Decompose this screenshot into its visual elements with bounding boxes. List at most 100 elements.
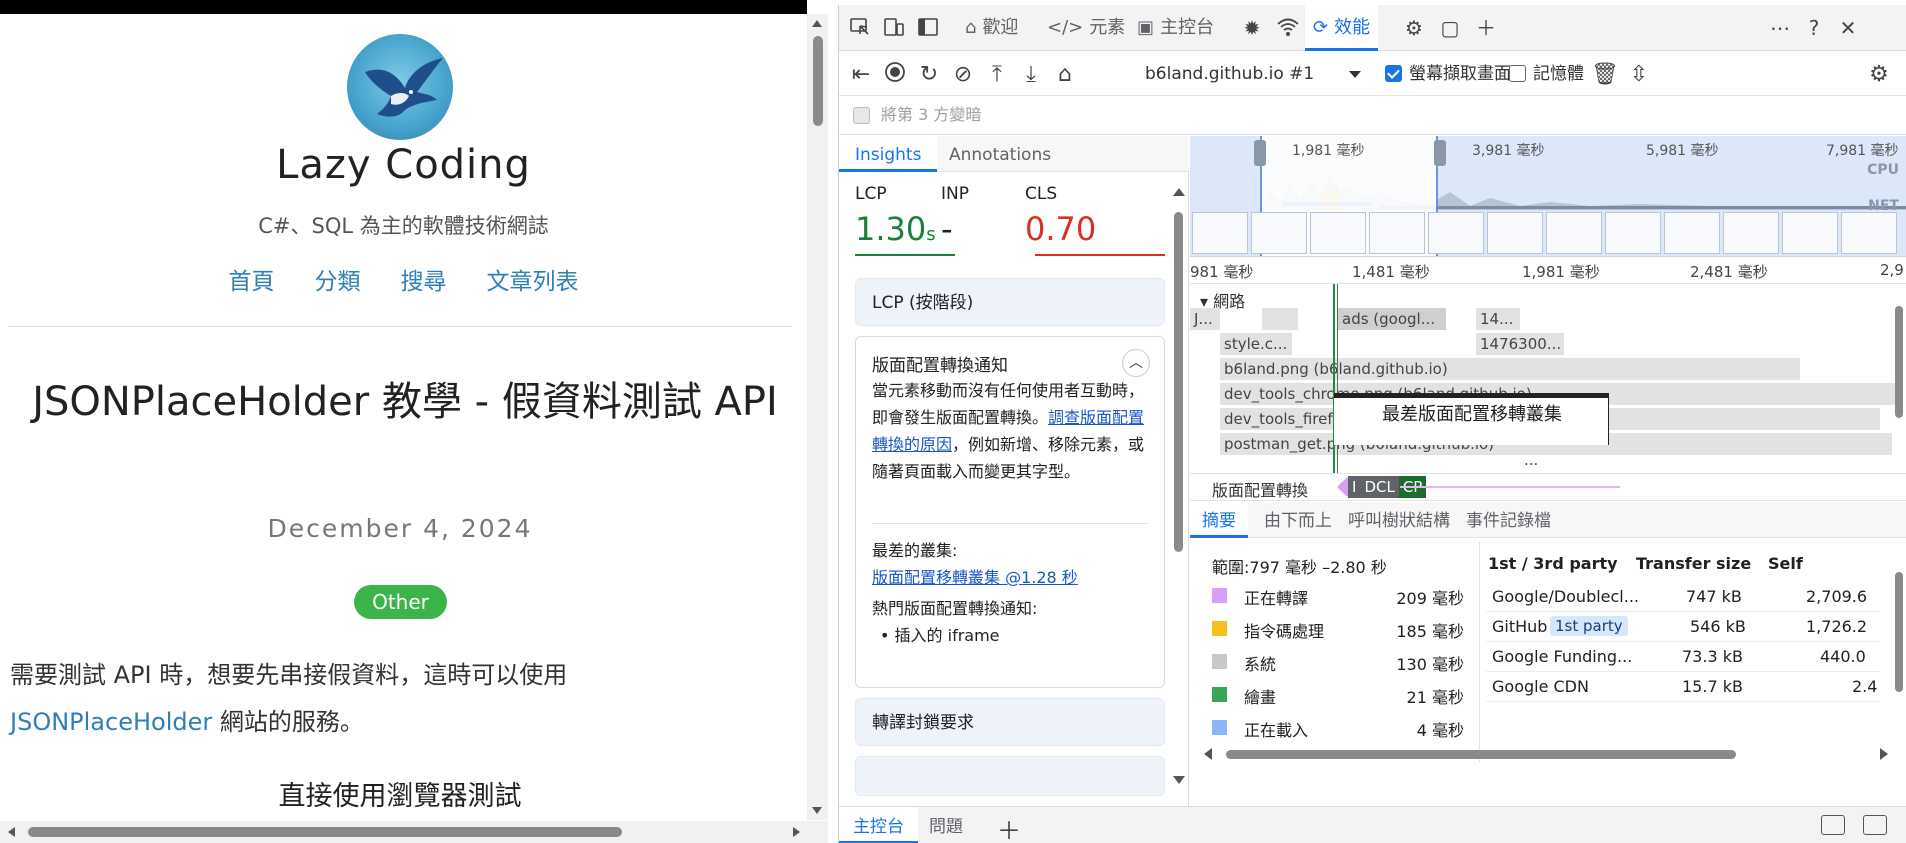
memory-checkbox[interactable] <box>1509 65 1526 82</box>
add-drawer-tab-icon[interactable]: ＋ <box>997 811 1021 843</box>
wifi-icon[interactable] <box>1275 15 1301 41</box>
trash-icon[interactable]: 🗑 <box>1591 61 1619 89</box>
device-emulation-icon[interactable] <box>881 15 907 41</box>
toggle-sidebar-icon[interactable] <box>915 15 941 41</box>
network-request-bar[interactable]: b6land.png (b6land.github.io) <box>1220 358 1800 380</box>
drawer-tab-issues[interactable]: 問題 <box>915 807 977 843</box>
tab-bottom-up[interactable]: 由下而上 <box>1252 502 1344 538</box>
worst-cluster-link[interactable]: 版面配置移轉叢集 @1.28 秒 <box>872 568 1078 587</box>
lcp-phases-card[interactable]: LCP (按階段) <box>855 278 1165 326</box>
record-button[interactable] <box>881 61 909 89</box>
table-row[interactable]: Google CDN 15.7 kB 2.4 <box>1486 672 1880 702</box>
dim-third-party-label: 將第 3 方變暗 <box>881 105 982 124</box>
chevron-up-icon[interactable]: ︿ <box>1122 349 1150 377</box>
table-row[interactable]: Google/Doublecl... 747 kB 2,709.6 <box>1486 582 1880 612</box>
details-horizontal-scrollbar[interactable] <box>1202 746 1902 762</box>
table-scrollbar[interactable] <box>1893 556 1905 726</box>
nav-search-link[interactable]: 搜尋 <box>401 262 447 296</box>
chevron-down-icon[interactable] <box>1349 71 1361 78</box>
drawer-tab-console[interactable]: 主控台 <box>839 807 918 843</box>
nav-home-link[interactable]: 首頁 <box>229 262 275 296</box>
tab-elements[interactable]: </> 元素 <box>1039 5 1133 51</box>
tab-welcome[interactable]: ⌂ 歡迎 <box>957 5 1026 51</box>
collapse-drawer-icon[interactable] <box>1863 815 1887 835</box>
network-request-bar[interactable]: 1476300... <box>1476 333 1564 355</box>
scroll-thumb[interactable] <box>1226 750 1736 759</box>
worst-cluster-tooltip: 最差版面配置移轉叢集 <box>1334 393 1609 445</box>
next-insight-card[interactable] <box>855 756 1165 796</box>
layout-shifts-track[interactable]: 版面配置轉換 I DCL CP <box>1190 473 1906 501</box>
collapse-icon[interactable]: ⇳ <box>1625 61 1653 89</box>
column-header-self[interactable]: Self <box>1768 554 1803 573</box>
scroll-right-arrow-icon[interactable] <box>1880 748 1888 760</box>
scroll-up-arrow-icon[interactable] <box>1173 188 1185 196</box>
tab-console[interactable]: ▣ 主控台 <box>1129 5 1222 51</box>
network-request-bar[interactable]: style.c... <box>1220 333 1292 355</box>
sidebar-toggle-icon[interactable]: ⇤ <box>847 61 875 89</box>
settings-gear-icon[interactable]: ⚙ <box>1865 61 1893 89</box>
tab-summary[interactable]: 摘要 <box>1190 502 1248 538</box>
selection-left-handle[interactable] <box>1254 140 1266 166</box>
screenshots-checkbox[interactable] <box>1385 65 1402 82</box>
tab-call-tree[interactable]: 呼叫樹狀結構 <box>1336 502 1462 538</box>
tab-event-log[interactable]: 事件記錄檔 <box>1454 502 1563 538</box>
performance-icon: ⟳ <box>1313 17 1329 38</box>
tab-annotations[interactable]: Annotations <box>933 136 1067 172</box>
scroll-thumb[interactable] <box>1895 306 1903 418</box>
network-request-bar[interactable]: ads (googl... <box>1338 308 1446 330</box>
track-scrollbar[interactable] <box>1893 288 1905 428</box>
nav-categories-link[interactable]: 分類 <box>315 262 361 296</box>
overview-tick: 5,981 毫秒 <box>1646 143 1719 159</box>
jsonplaceholder-link[interactable]: JSONPlaceHolder <box>10 708 212 736</box>
scroll-left-arrow-icon[interactable] <box>1204 748 1212 760</box>
download-profile-icon[interactable]: ⤓ <box>1017 61 1045 89</box>
reload-record-icon[interactable]: ↻ <box>915 61 943 89</box>
network-request-bar[interactable]: J... <box>1190 308 1220 330</box>
tab-insights[interactable]: Insights <box>839 136 938 172</box>
page-vertical-scrollbar[interactable] <box>807 14 828 820</box>
summary-name: 指令碼處理 <box>1244 622 1325 641</box>
column-header-party[interactable]: 1st / 3rd party <box>1488 554 1618 573</box>
scroll-thumb[interactable] <box>1895 572 1903 692</box>
bug-icon[interactable]: ✹ <box>1239 15 1265 41</box>
page-horizontal-scrollbar[interactable] <box>0 821 828 843</box>
scroll-right-arrow-icon[interactable] <box>793 827 800 837</box>
transfer-size: 747 kB <box>1686 587 1742 606</box>
network-track[interactable]: 981 毫秒 1,481 毫秒 1,981 毫秒 2,481 毫秒 2,9 ▾ … <box>1190 258 1906 500</box>
scroll-thumb[interactable] <box>813 36 823 126</box>
add-tab-icon[interactable]: ＋ <box>1473 15 1499 41</box>
close-devtools-icon[interactable]: ✕ <box>1835 15 1861 41</box>
network-request-bar[interactable] <box>1262 308 1298 330</box>
divider <box>8 326 792 327</box>
render-blocking-card[interactable]: 轉譯封鎖要求 <box>855 698 1165 746</box>
sidebar-scrollbar[interactable] <box>1171 184 1185 784</box>
table-row[interactable]: Google Funding... 73.3 kB 440.0 <box>1486 642 1880 672</box>
scroll-up-arrow-icon[interactable] <box>812 20 822 27</box>
scroll-left-arrow-icon[interactable] <box>8 827 15 837</box>
timeline-overview[interactable]: 1,981 毫秒 3,981 毫秒 5,981 毫秒 7,981 毫秒 CPU … <box>1190 136 1906 257</box>
home-icon[interactable]: ⌂ <box>1051 61 1079 89</box>
nav-posts-link[interactable]: 文章列表 <box>487 262 579 296</box>
dock-drawer-icon[interactable] <box>1821 815 1845 835</box>
marker-i[interactable]: I <box>1348 476 1361 498</box>
scroll-down-arrow-icon[interactable] <box>1173 776 1185 784</box>
scroll-thumb[interactable] <box>28 827 622 837</box>
post-tag-badge[interactable]: Other <box>354 585 447 619</box>
upload-profile-icon[interactable]: ⤒ <box>983 61 1011 89</box>
application-icon[interactable]: ▢ <box>1437 15 1463 41</box>
selection-right-handle[interactable] <box>1434 140 1446 166</box>
more-options-icon[interactable]: ⋯ <box>1767 15 1793 41</box>
help-icon[interactable]: ? <box>1801 15 1827 41</box>
clear-icon[interactable]: ⊘ <box>949 61 977 89</box>
profile-select[interactable]: b6land.github.io #1 <box>1145 52 1314 96</box>
scroll-thumb[interactable] <box>1174 212 1183 552</box>
table-row[interactable]: GitHub 1st party 546 kB 1,726.2 <box>1486 612 1880 642</box>
tab-performance[interactable]: ⟳ 效能 <box>1305 5 1379 51</box>
column-header-transfer-size[interactable]: Transfer size <box>1636 554 1751 573</box>
memory-chip-icon[interactable]: ⚙ <box>1401 15 1427 41</box>
dim-third-party-checkbox[interactable] <box>853 107 870 124</box>
inspect-element-icon[interactable] <box>847 15 873 41</box>
network-request-bar[interactable]: 14... <box>1476 308 1520 330</box>
scroll-down-arrow-icon[interactable] <box>812 807 822 814</box>
marker-dcl[interactable]: DCL <box>1360 476 1399 498</box>
